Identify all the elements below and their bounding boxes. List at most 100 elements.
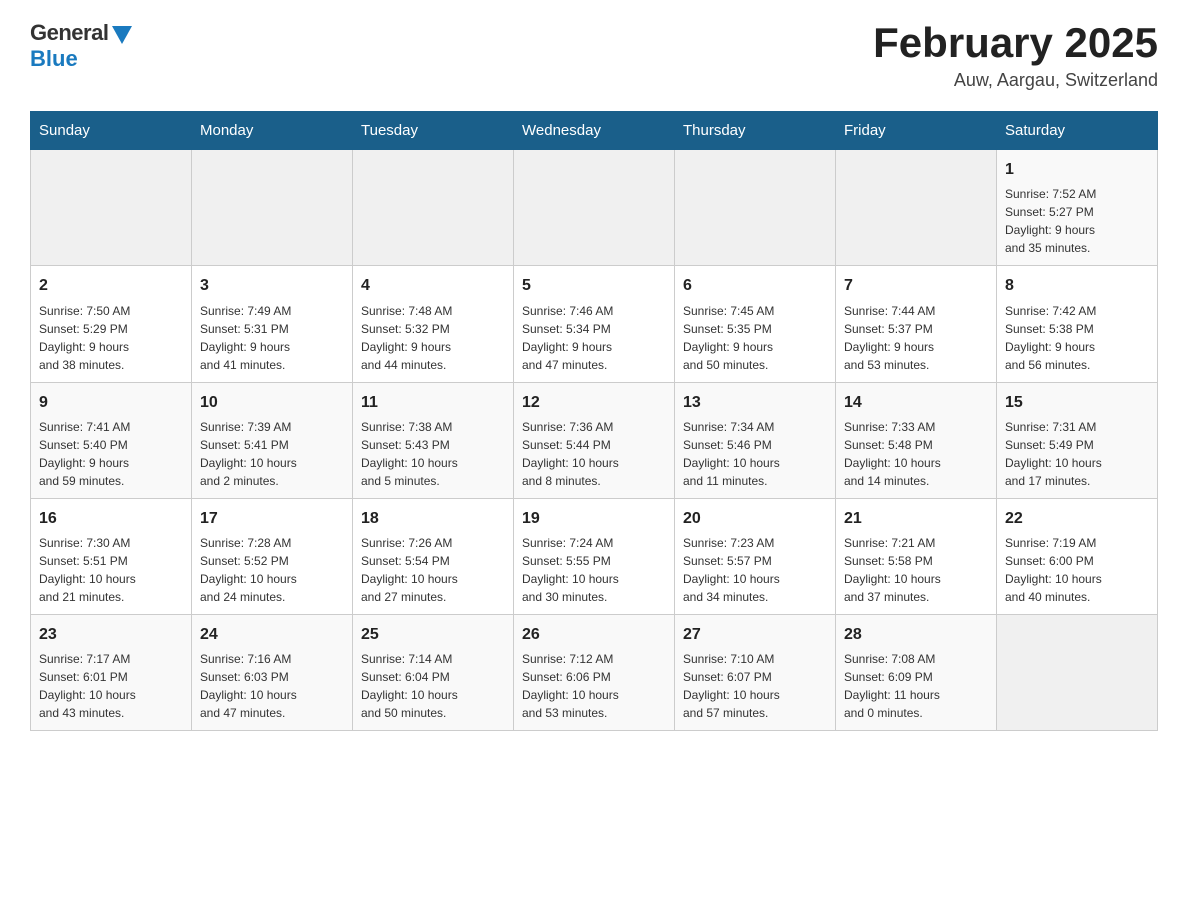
calendar-day-cell: 5 Sunrise: 7:46 AMSunset: 5:34 PMDaylight…: [514, 266, 675, 382]
calendar-week-row: 16 Sunrise: 7:30 AMSunset: 5:51 PMDayligh…: [31, 498, 1158, 614]
day-number: 22: [1005, 507, 1149, 530]
calendar-table: SundayMondayTuesdayWednesdayThursdayFrid…: [30, 111, 1158, 731]
calendar-week-row: 9 Sunrise: 7:41 AMSunset: 5:40 PMDaylight…: [31, 382, 1158, 498]
calendar-day-cell: 4Sunrise: 7:48 AMSunset: 5:32 PMDaylight…: [353, 266, 514, 382]
day-number: 6: [683, 274, 827, 297]
calendar-day-cell: [675, 150, 836, 266]
calendar-day-cell: 21Sunrise: 7:21 AMSunset: 5:58 PMDayligh…: [836, 498, 997, 614]
day-number: 28: [844, 623, 988, 646]
day-number: 18: [361, 507, 505, 530]
calendar-day-cell: [353, 150, 514, 266]
day-number: 9: [39, 391, 183, 414]
day-number: 12: [522, 391, 666, 414]
day-info: Sunrise: 7:16 AMSunset: 6:03 PMDaylight:…: [200, 650, 344, 722]
calendar-day-cell: 10 Sunrise: 7:39 AMSunset: 5:41 PMDayligh…: [192, 382, 353, 498]
day-number: 21: [844, 507, 988, 530]
calendar-day-cell: [192, 150, 353, 266]
day-number: 19: [522, 507, 666, 530]
calendar-day-cell: 7 Sunrise: 7:44 AMSunset: 5:37 PMDaylight…: [836, 266, 997, 382]
day-info: Sunrise: 7:48 AMSunset: 5:32 PMDaylight:…: [361, 302, 505, 374]
page-header: General Blue February 2025 Auw, Aargau, …: [30, 20, 1158, 91]
logo-blue-text: Blue: [30, 46, 78, 72]
calendar-day-cell: 13Sunrise: 7:34 AMSunset: 5:46 PMDayligh…: [675, 382, 836, 498]
calendar-day-cell: 17 Sunrise: 7:28 AMSunset: 5:52 PMDayligh…: [192, 498, 353, 614]
day-number: 15: [1005, 391, 1149, 414]
calendar-header-cell: Sunday: [31, 112, 192, 150]
day-info: Sunrise: 7:17 AMSunset: 6:01 PMDaylight:…: [39, 650, 183, 722]
day-number: 11: [361, 391, 505, 414]
day-info: Sunrise: 7:33 AMSunset: 5:48 PMDaylight:…: [844, 418, 988, 490]
day-number: 7: [844, 274, 988, 297]
calendar-header-cell: Wednesday: [514, 112, 675, 150]
day-info: Sunrise: 7:45 AMSunset: 5:35 PMDaylight:…: [683, 302, 827, 374]
calendar-week-row: 23 Sunrise: 7:17 AMSunset: 6:01 PMDayligh…: [31, 614, 1158, 730]
day-info: Sunrise: 7:49 AMSunset: 5:31 PMDaylight:…: [200, 302, 344, 374]
day-number: 3: [200, 274, 344, 297]
calendar-day-cell: 14 Sunrise: 7:33 AMSunset: 5:48 PMDayligh…: [836, 382, 997, 498]
day-number: 24: [200, 623, 344, 646]
calendar-day-cell: 12Sunrise: 7:36 AMSunset: 5:44 PMDayligh…: [514, 382, 675, 498]
day-number: 16: [39, 507, 183, 530]
day-info: Sunrise: 7:34 AMSunset: 5:46 PMDaylight:…: [683, 418, 827, 490]
calendar-day-cell: 18Sunrise: 7:26 AMSunset: 5:54 PMDayligh…: [353, 498, 514, 614]
calendar-day-cell: 20Sunrise: 7:23 AMSunset: 5:57 PMDayligh…: [675, 498, 836, 614]
day-info: Sunrise: 7:14 AMSunset: 6:04 PMDaylight:…: [361, 650, 505, 722]
calendar-day-cell: 25 Sunrise: 7:14 AMSunset: 6:04 PMDayligh…: [353, 614, 514, 730]
calendar-day-cell: 22 Sunrise: 7:19 AMSunset: 6:00 PMDayligh…: [997, 498, 1158, 614]
day-info: Sunrise: 7:19 AMSunset: 6:00 PMDaylight:…: [1005, 534, 1149, 606]
day-info: Sunrise: 7:46 AMSunset: 5:34 PMDaylight:…: [522, 302, 666, 374]
logo: General Blue: [30, 20, 132, 72]
day-info: Sunrise: 7:28 AMSunset: 5:52 PMDaylight:…: [200, 534, 344, 606]
calendar-day-cell: [31, 150, 192, 266]
page-subtitle: Auw, Aargau, Switzerland: [873, 70, 1158, 91]
day-number: 23: [39, 623, 183, 646]
day-info: Sunrise: 7:50 AMSunset: 5:29 PMDaylight:…: [39, 302, 183, 374]
day-info: Sunrise: 7:30 AMSunset: 5:51 PMDaylight:…: [39, 534, 183, 606]
day-number: 25: [361, 623, 505, 646]
calendar-body: 1Sunrise: 7:52 AMSunset: 5:27 PMDaylight…: [31, 150, 1158, 731]
day-number: 14: [844, 391, 988, 414]
calendar-week-row: 1Sunrise: 7:52 AMSunset: 5:27 PMDaylight…: [31, 150, 1158, 266]
calendar-day-cell: 1Sunrise: 7:52 AMSunset: 5:27 PMDaylight…: [997, 150, 1158, 266]
calendar-day-cell: 9 Sunrise: 7:41 AMSunset: 5:40 PMDaylight…: [31, 382, 192, 498]
calendar-day-cell: 6 Sunrise: 7:45 AMSunset: 5:35 PMDaylight…: [675, 266, 836, 382]
day-info: Sunrise: 7:10 AMSunset: 6:07 PMDaylight:…: [683, 650, 827, 722]
day-info: Sunrise: 7:44 AMSunset: 5:37 PMDaylight:…: [844, 302, 988, 374]
day-number: 8: [1005, 274, 1149, 297]
day-number: 27: [683, 623, 827, 646]
calendar-day-cell: 16 Sunrise: 7:30 AMSunset: 5:51 PMDayligh…: [31, 498, 192, 614]
day-info: Sunrise: 7:39 AMSunset: 5:41 PMDaylight:…: [200, 418, 344, 490]
calendar-day-cell: 15 Sunrise: 7:31 AMSunset: 5:49 PMDayligh…: [997, 382, 1158, 498]
day-info: Sunrise: 7:08 AMSunset: 6:09 PMDaylight:…: [844, 650, 988, 722]
day-info: Sunrise: 7:38 AMSunset: 5:43 PMDaylight:…: [361, 418, 505, 490]
day-info: Sunrise: 7:12 AMSunset: 6:06 PMDaylight:…: [522, 650, 666, 722]
day-number: 5: [522, 274, 666, 297]
logo-general-text: General: [30, 20, 108, 46]
calendar-header-cell: Tuesday: [353, 112, 514, 150]
calendar-day-cell: 3 Sunrise: 7:49 AMSunset: 5:31 PMDaylight…: [192, 266, 353, 382]
calendar-day-cell: 27 Sunrise: 7:10 AMSunset: 6:07 PMDayligh…: [675, 614, 836, 730]
calendar-day-cell: 2 Sunrise: 7:50 AMSunset: 5:29 PMDaylight…: [31, 266, 192, 382]
day-info: Sunrise: 7:24 AMSunset: 5:55 PMDaylight:…: [522, 534, 666, 606]
calendar-header-cell: Friday: [836, 112, 997, 150]
day-number: 1: [1005, 158, 1149, 181]
day-number: 26: [522, 623, 666, 646]
day-info: Sunrise: 7:41 AMSunset: 5:40 PMDaylight:…: [39, 418, 183, 490]
calendar-day-cell: [997, 614, 1158, 730]
calendar-day-cell: 26 Sunrise: 7:12 AMSunset: 6:06 PMDayligh…: [514, 614, 675, 730]
calendar-header-cell: Saturday: [997, 112, 1158, 150]
calendar-week-row: 2 Sunrise: 7:50 AMSunset: 5:29 PMDaylight…: [31, 266, 1158, 382]
day-number: 10: [200, 391, 344, 414]
calendar-day-cell: [836, 150, 997, 266]
calendar-day-cell: 19 Sunrise: 7:24 AMSunset: 5:55 PMDayligh…: [514, 498, 675, 614]
day-number: 2: [39, 274, 183, 297]
day-info: Sunrise: 7:42 AMSunset: 5:38 PMDaylight:…: [1005, 302, 1149, 374]
calendar-header-cell: Monday: [192, 112, 353, 150]
logo-triangle-icon: [112, 26, 132, 44]
calendar-day-cell: 23 Sunrise: 7:17 AMSunset: 6:01 PMDayligh…: [31, 614, 192, 730]
day-info: Sunrise: 7:31 AMSunset: 5:49 PMDaylight:…: [1005, 418, 1149, 490]
day-number: 17: [200, 507, 344, 530]
day-number: 20: [683, 507, 827, 530]
calendar-day-cell: 11 Sunrise: 7:38 AMSunset: 5:43 PMDayligh…: [353, 382, 514, 498]
calendar-header: SundayMondayTuesdayWednesdayThursdayFrid…: [31, 112, 1158, 150]
